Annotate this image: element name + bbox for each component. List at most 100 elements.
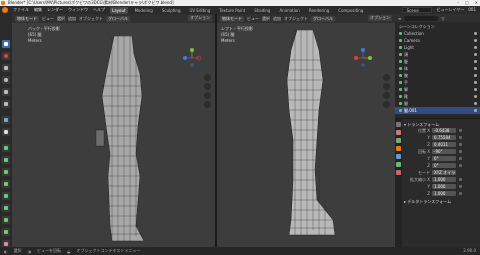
lock-icon[interactable] — [459, 164, 462, 167]
outliner-row[interactable]: 体 — [395, 65, 480, 72]
lock-icon[interactable] — [459, 150, 462, 153]
annotate-tool-button[interactable] — [2, 116, 10, 124]
menu-window[interactable]: ウィンドウ — [68, 7, 88, 13]
options-dropdown[interactable]: オプション — [368, 15, 392, 21]
tab-modeling[interactable]: Modeling — [133, 7, 155, 14]
poly-build-tool-button[interactable] — [2, 204, 10, 212]
outliner-row[interactable]: 髪 — [395, 58, 480, 65]
eye-icon[interactable] — [474, 102, 477, 105]
tab-animation[interactable]: Animation — [277, 7, 301, 14]
material-tab-icon[interactable] — [396, 170, 401, 175]
spin-tool-button[interactable] — [2, 216, 10, 224]
menu-render[interactable]: レンダー — [47, 7, 63, 13]
mode-dropdown[interactable]: 物体モード — [220, 15, 244, 22]
navigation-gizmo-side[interactable] — [353, 48, 373, 68]
camera-icon[interactable] — [383, 92, 390, 99]
move-tool-button[interactable] — [2, 64, 10, 72]
perspective-grid-icon[interactable] — [383, 101, 390, 108]
menu-add[interactable]: 追加 — [68, 16, 76, 22]
lock-icon[interactable] — [459, 178, 462, 181]
eye-icon[interactable] — [474, 53, 477, 56]
transform-section-header[interactable]: ▾ トランスフォーム — [404, 121, 478, 128]
rotation-mode-dropdown[interactable]: XYZ オイラー — [432, 170, 456, 180]
options-dropdown[interactable]: オプション — [188, 15, 212, 21]
menu-file[interactable]: ファイル — [13, 7, 29, 13]
eye-icon[interactable] — [474, 81, 477, 84]
knife-tool-button[interactable] — [2, 192, 10, 200]
smooth-tool-button[interactable] — [2, 228, 10, 236]
tab-compositing[interactable]: Compositing — [336, 7, 365, 14]
inset-tool-button[interactable] — [2, 156, 10, 164]
filter-icon[interactable]: ▽ — [441, 16, 444, 21]
bevel-tool-button[interactable] — [2, 168, 10, 176]
rotation-x-field[interactable]: -90° — [432, 149, 456, 154]
loop-cut-tool-button[interactable] — [2, 180, 10, 188]
object-tab-icon[interactable] — [396, 146, 401, 151]
outliner-root[interactable]: シーンコレクション — [395, 23, 480, 30]
menu-select[interactable]: 選択 — [262, 16, 270, 22]
outliner-row[interactable]: Collection — [395, 30, 480, 37]
scale-y-field[interactable]: 1.000 — [432, 184, 456, 189]
eye-icon[interactable] — [474, 88, 477, 91]
render-tab-icon[interactable] — [396, 130, 401, 135]
menu-edit[interactable]: 編集 — [34, 7, 42, 13]
data-tab-icon[interactable] — [396, 162, 401, 167]
eye-icon[interactable] — [474, 95, 477, 98]
pan-hand-icon[interactable] — [383, 83, 390, 90]
lock-icon[interactable] — [459, 157, 462, 160]
viewport-left-side[interactable]: 物体モード ビュー 選択 追加 オブジェクト グローバル オプション レフト・平… — [217, 14, 395, 247]
viewport-back[interactable]: 物体モード ビュー 選択 追加 オブジェクト グローバル オプション バック・平… — [12, 14, 215, 247]
scale-z-field[interactable]: 1.000 — [432, 191, 456, 196]
zoom-icon[interactable] — [204, 74, 211, 81]
eye-icon[interactable] — [474, 60, 477, 63]
scene-tab-icon[interactable] — [396, 138, 401, 143]
eye-icon[interactable] — [474, 32, 477, 35]
tab-texture-paint[interactable]: Texture Paint — [217, 7, 247, 14]
location-x-field[interactable]: -0.6438 — [432, 128, 456, 133]
camera-icon[interactable] — [204, 92, 211, 99]
lock-icon[interactable] — [459, 192, 462, 195]
lock-icon[interactable] — [459, 143, 462, 146]
view-layer-value[interactable]: 001 — [468, 7, 476, 13]
transform-orientation-dropdown[interactable]: グローバル — [311, 15, 335, 22]
scene-selector[interactable]: Scene — [402, 7, 433, 13]
lock-icon[interactable] — [459, 185, 462, 188]
tab-sculpting[interactable]: Sculpting — [160, 7, 183, 14]
rotation-y-field[interactable]: 0° — [432, 156, 456, 161]
modifier-tab-icon[interactable] — [396, 154, 401, 159]
blender-logo-icon[interactable] — [2, 7, 8, 13]
navigation-gizmo-back[interactable] — [182, 48, 202, 68]
outliner-row[interactable]: 脚 — [395, 86, 480, 93]
outliner-row[interactable]: 腿 — [395, 100, 480, 107]
pan-hand-icon[interactable] — [204, 83, 211, 90]
outliner-row-selected[interactable]: 腿.001 — [395, 107, 480, 114]
outliner-row[interactable]: 靴 — [395, 93, 480, 100]
eye-icon[interactable] — [474, 46, 477, 49]
transform-orientation-dropdown[interactable]: グローバル — [106, 15, 130, 22]
location-z-field[interactable]: 0.4011 — [432, 142, 456, 147]
eye-icon[interactable] — [474, 39, 477, 42]
outliner-row[interactable]: 腕 — [395, 72, 480, 79]
tab-shading[interactable]: Shading — [252, 7, 272, 14]
rotation-z-field[interactable]: 0° — [432, 163, 456, 168]
tab-layout[interactable]: Layout — [110, 6, 128, 14]
tab-rendering[interactable]: Rendering — [307, 7, 331, 14]
location-y-field[interactable]: 0.75584 — [432, 135, 456, 140]
measure-tool-button[interactable] — [2, 128, 10, 136]
menu-object[interactable]: オブジェクト — [79, 16, 103, 22]
scale-x-field[interactable]: 1.000 — [432, 177, 456, 182]
transform-tool-button[interactable] — [2, 100, 10, 108]
menu-view[interactable]: ビュー — [42, 16, 54, 22]
rotate-tool-button[interactable] — [2, 76, 10, 84]
perspective-grid-icon[interactable] — [204, 101, 211, 108]
outliner-row[interactable]: 頭 — [395, 51, 480, 58]
eye-icon[interactable] — [474, 109, 477, 112]
lock-icon[interactable] — [459, 129, 462, 132]
extrude-tool-button[interactable] — [2, 144, 10, 152]
cursor-tool-button[interactable] — [2, 52, 10, 60]
scale-tool-button[interactable] — [2, 88, 10, 96]
menu-view[interactable]: ビュー — [247, 16, 259, 22]
select-box-tool-button[interactable] — [2, 40, 10, 48]
delta-transform-section-header[interactable]: ▸ デルタトランスフォーム — [404, 198, 478, 205]
menu-add[interactable]: 追加 — [273, 16, 281, 22]
